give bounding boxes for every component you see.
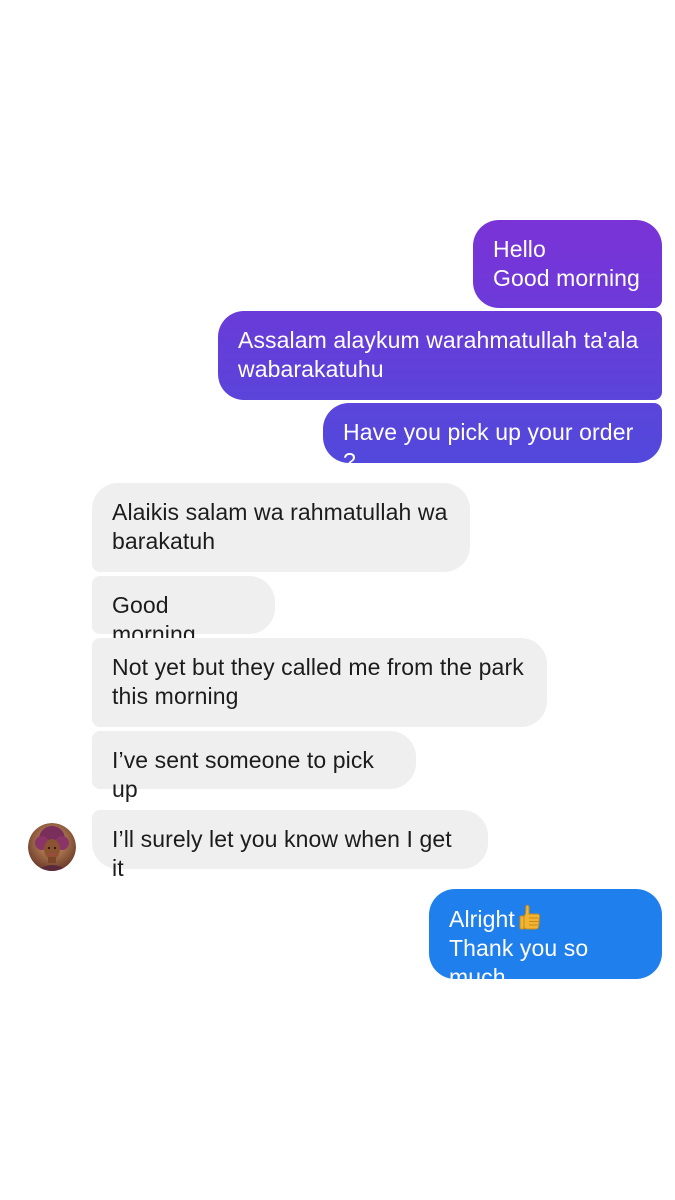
incoming-message-bubble[interactable]: I’ve sent someone to pick up xyxy=(92,731,416,802)
thumbs-up-icon xyxy=(519,904,541,930)
incoming-message-bubble[interactable]: Alaikis salam wa rahmatullah wa barakatu… xyxy=(92,483,470,572)
incoming-message-bubble[interactable]: I’ll surely let you know when I get it xyxy=(92,810,488,881)
message-line: Alright xyxy=(449,906,515,932)
outgoing-message-bubble[interactable]: Hello Good morning xyxy=(473,220,662,308)
incoming-message-bubble[interactable]: Not yet but they called me from the park… xyxy=(92,638,547,727)
outgoing-message-bubble[interactable]: Have you pick up your order ? xyxy=(323,403,662,474)
outgoing-message-bubble[interactable]: Alright Thank you so much xyxy=(429,889,662,990)
contact-avatar[interactable] xyxy=(28,823,76,871)
incoming-message-bubble[interactable]: Good morning xyxy=(92,576,275,647)
message-line: Thank you so much xyxy=(449,935,589,990)
outgoing-message-bubble[interactable]: Assalam alaykum warahmatullah ta'ala wab… xyxy=(218,311,662,400)
